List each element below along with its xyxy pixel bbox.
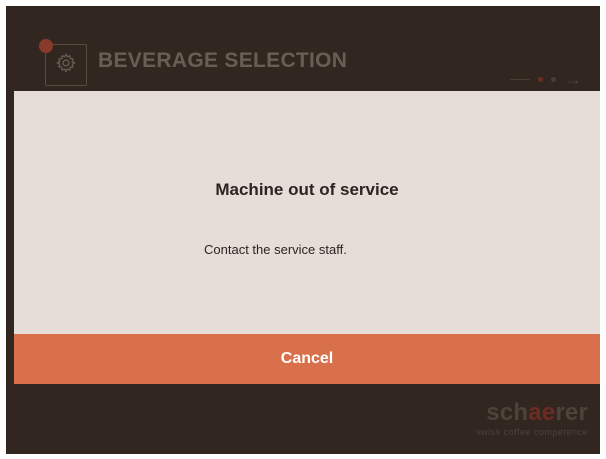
brand-wordmark-part1: sch [486, 399, 529, 426]
cancel-button[interactable]: Cancel [14, 334, 600, 384]
brand-tagline: swiss coffee competence [476, 427, 588, 437]
brand-wordmark: schaerer [476, 401, 588, 425]
pager-dot [551, 76, 556, 82]
dialog-title: Machine out of service [215, 180, 399, 199]
brand-logo: schaerer swiss coffee competence [476, 401, 588, 438]
page-indicator: → [510, 70, 582, 88]
gear-icon [55, 52, 77, 79]
pager-line [510, 78, 530, 80]
header: BEVERAGE SELECTION → [6, 6, 600, 94]
machine-screen: BEVERAGE SELECTION → Machine out of serv… [6, 6, 600, 454]
pager-dot-active [538, 76, 543, 82]
alert-dot-icon [39, 39, 53, 53]
brand-wordmark-part2: ae [528, 399, 556, 426]
page-title: BEVERAGE SELECTION [98, 49, 348, 72]
brand-wordmark-part3: rer [555, 399, 588, 426]
dialog-message: Contact the service staff. [204, 242, 347, 257]
out-of-service-dialog: Machine out of service Contact the servi… [14, 91, 600, 334]
arrow-right-icon[interactable]: → [564, 70, 582, 88]
